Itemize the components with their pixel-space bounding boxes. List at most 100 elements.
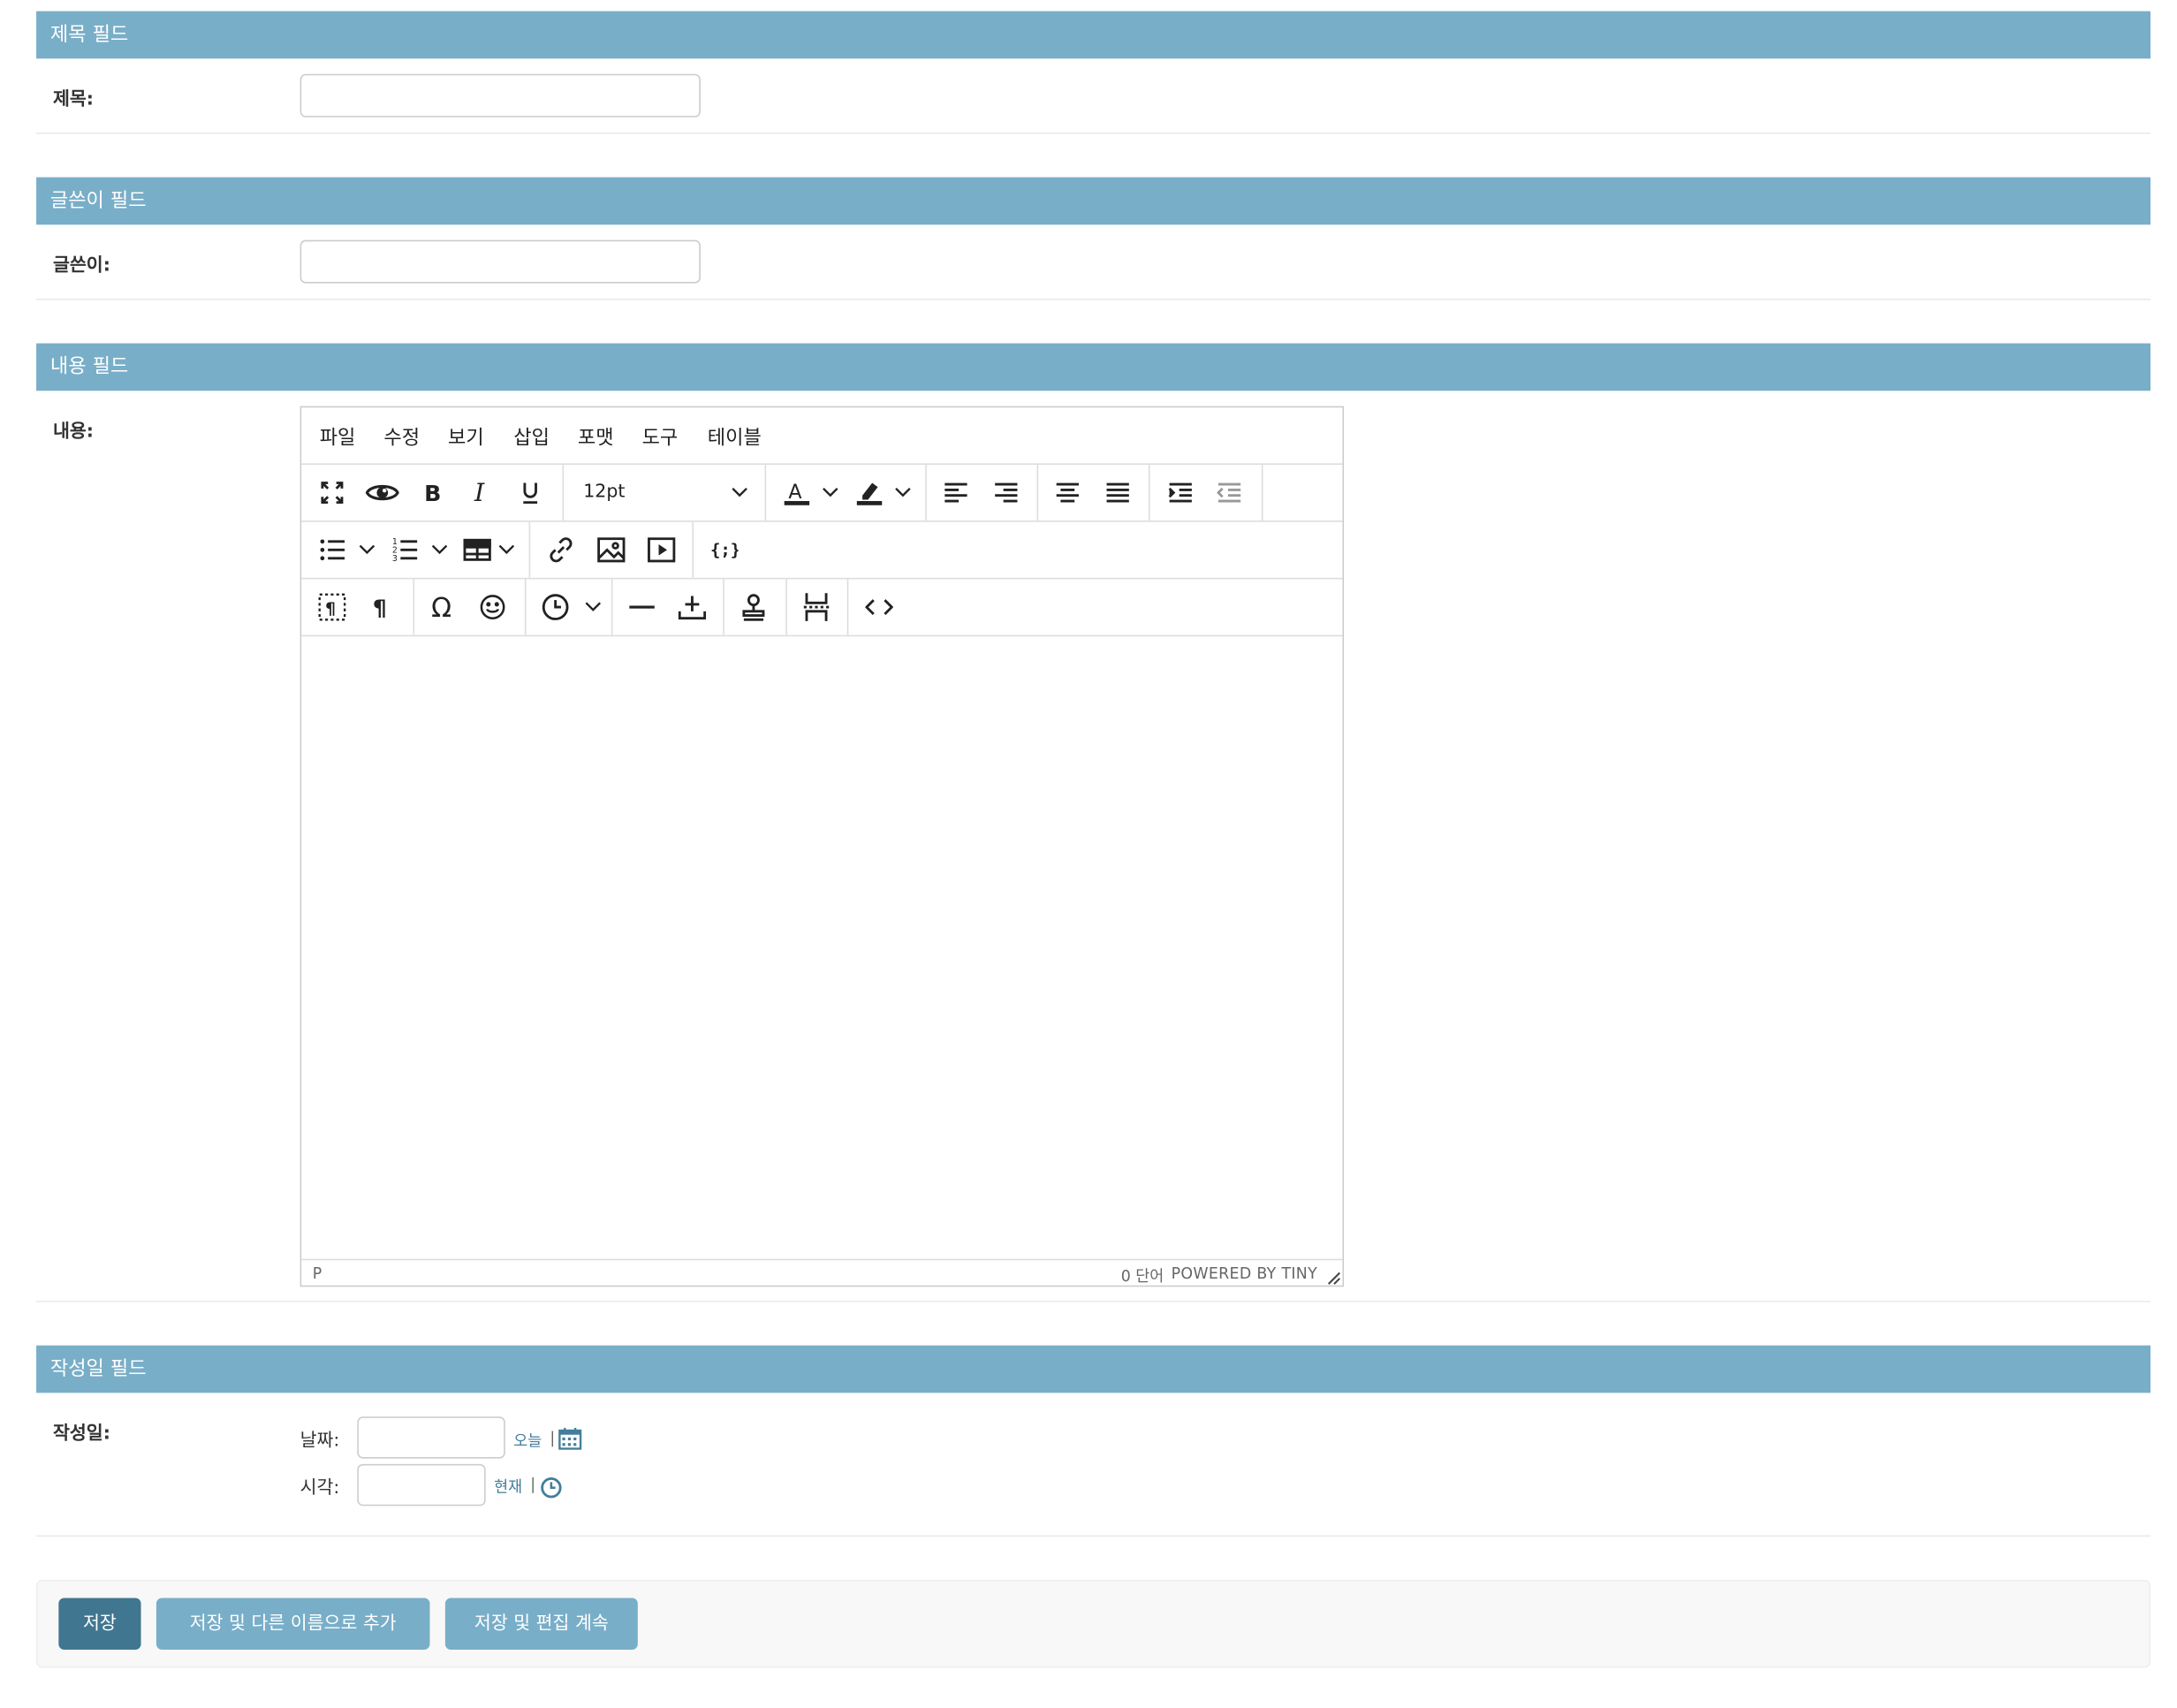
created-label: 작성일: [53,1423,110,1445]
horizontal-rule-icon[interactable] [624,588,660,626]
powered-by-tiny-link[interactable]: POWERED BY TINY [1172,1264,1317,1283]
author-input[interactable] [300,239,701,284]
visual-blocks-icon[interactable]: ¶ [314,588,350,626]
font-size-value: 12pt [583,481,626,503]
table-icon[interactable] [459,530,496,569]
editor-content-area[interactable] [301,636,1342,1258]
menu-file[interactable]: 파일 [320,423,356,452]
preview-icon[interactable] [363,473,402,512]
toolbar-separator [413,579,415,635]
toolbar-separator [764,464,767,521]
svg-text:I: I [474,480,485,505]
chevron-down-icon[interactable] [893,473,913,512]
bullet-list-icon[interactable] [314,530,350,569]
chevron-down-icon[interactable] [821,473,840,512]
editor-statusbar: P 0 단어 POWERED BY TINY [301,1258,1343,1287]
font-size-select[interactable]: 12pt [580,473,759,512]
separator: | [550,1429,556,1447]
divider [36,1535,2151,1537]
menu-view[interactable]: 보기 [448,423,484,452]
separator: | [530,1475,536,1494]
underline-icon[interactable] [512,473,549,512]
link-icon[interactable] [542,530,579,569]
now-link[interactable]: 현재 [494,1476,522,1498]
rich-text-editor: 파일 수정 보기 삽입 포맷 도구 테이블 B I 12pt A 1 2 3 {… [300,406,1345,1287]
svg-text:¶: ¶ [325,599,336,619]
media-icon[interactable] [643,530,679,569]
menu-tools[interactable]: 도구 [642,423,679,452]
highlight-color-icon[interactable] [851,473,887,512]
time-label: 시각: [300,1477,340,1499]
numbered-list-icon[interactable]: 123 [387,530,423,569]
fieldset-content-header: 내용 필드 [36,343,2151,391]
fullscreen-icon[interactable] [314,473,350,512]
submit-row: 저장 저장 및 다른 이름으로 추가 저장 및 편집 계속 [36,1579,2151,1668]
align-center-icon[interactable] [1050,473,1086,512]
date-input[interactable] [357,1416,505,1459]
clock-icon[interactable] [540,1476,562,1499]
fieldset-title-header: 제목 필드 [36,11,2151,59]
title-label: 제목: [53,89,95,110]
editor-menubar: 파일 수정 보기 삽입 포맷 도구 테이블 [301,407,1343,465]
toolbar-separator [1036,464,1039,521]
content-label: 내용: [53,421,95,443]
save-and-continue-button[interactable]: 저장 및 편집 계속 [444,1598,638,1650]
menu-insert[interactable]: 삽입 [513,423,550,452]
resize-handle-icon[interactable] [1327,1272,1341,1286]
code-icon[interactable] [861,588,898,626]
menu-table[interactable]: 테이블 [708,423,762,452]
date-label: 날짜: [300,1430,340,1452]
svg-text:{;}: {;} [710,541,739,560]
editor-toolbar-row-1: B I 12pt A [301,464,1343,522]
chevron-down-icon[interactable] [429,530,449,569]
visual-chars-icon[interactable]: ¶ [363,588,399,626]
align-left-icon[interactable] [937,473,974,512]
calendar-icon[interactable] [558,1427,582,1450]
insert-datetime-icon[interactable] [537,588,573,626]
toolbar-separator [528,521,531,578]
align-right-icon[interactable] [988,473,1024,512]
template-icon[interactable]: {;} [706,530,742,569]
time-input[interactable] [357,1463,486,1507]
toolbar-separator [723,579,724,635]
align-justify-icon[interactable] [1100,473,1136,512]
fieldset-created-header: 작성일 필드 [36,1345,2151,1393]
today-link[interactable]: 오늘 [513,1429,542,1451]
element-path[interactable]: P [313,1264,322,1283]
toolbar-separator [562,464,565,521]
emoticons-icon[interactable] [474,588,511,626]
chevron-down-icon[interactable] [357,530,376,569]
chevron-down-icon[interactable] [583,588,603,626]
author-label: 글쓴이: [53,255,110,277]
anchor-icon[interactable] [674,588,710,626]
toolbar-separator [524,579,527,635]
toolbar-separator [846,579,849,635]
image-icon[interactable] [593,530,629,569]
toolbar-separator [611,579,613,635]
svg-text:A: A [788,481,801,504]
editor-toolbar-row-3: ¶ ¶ Ω [301,579,1343,637]
special-char-icon[interactable]: Ω [426,588,462,626]
save-and-add-another-button[interactable]: 저장 및 다른 이름으로 추가 [156,1598,430,1650]
divider [36,133,2151,134]
svg-text:3: 3 [392,554,398,563]
menu-format[interactable]: 포맷 [578,423,614,452]
svg-text:¶: ¶ [373,596,387,620]
outdent-icon[interactable] [1211,473,1248,512]
fieldset-author-header: 글쓴이 필드 [36,177,2151,225]
pagebreak-icon[interactable] [798,588,834,626]
toolbar-separator [692,521,694,578]
title-input[interactable] [300,73,701,118]
divider [36,299,2151,300]
menu-edit[interactable]: 수정 [383,423,420,452]
svg-text:B: B [424,482,441,504]
italic-icon[interactable]: I [463,473,499,512]
toolbar-separator [925,464,927,521]
chevron-down-icon[interactable] [497,530,516,569]
text-color-icon[interactable]: A [778,473,815,512]
save-button[interactable]: 저장 [58,1598,141,1650]
nonbreaking-icon[interactable] [735,588,771,626]
bold-icon[interactable]: B [414,473,451,512]
indent-icon[interactable] [1163,473,1199,512]
word-count[interactable]: 0 단어 [1121,1264,1164,1287]
